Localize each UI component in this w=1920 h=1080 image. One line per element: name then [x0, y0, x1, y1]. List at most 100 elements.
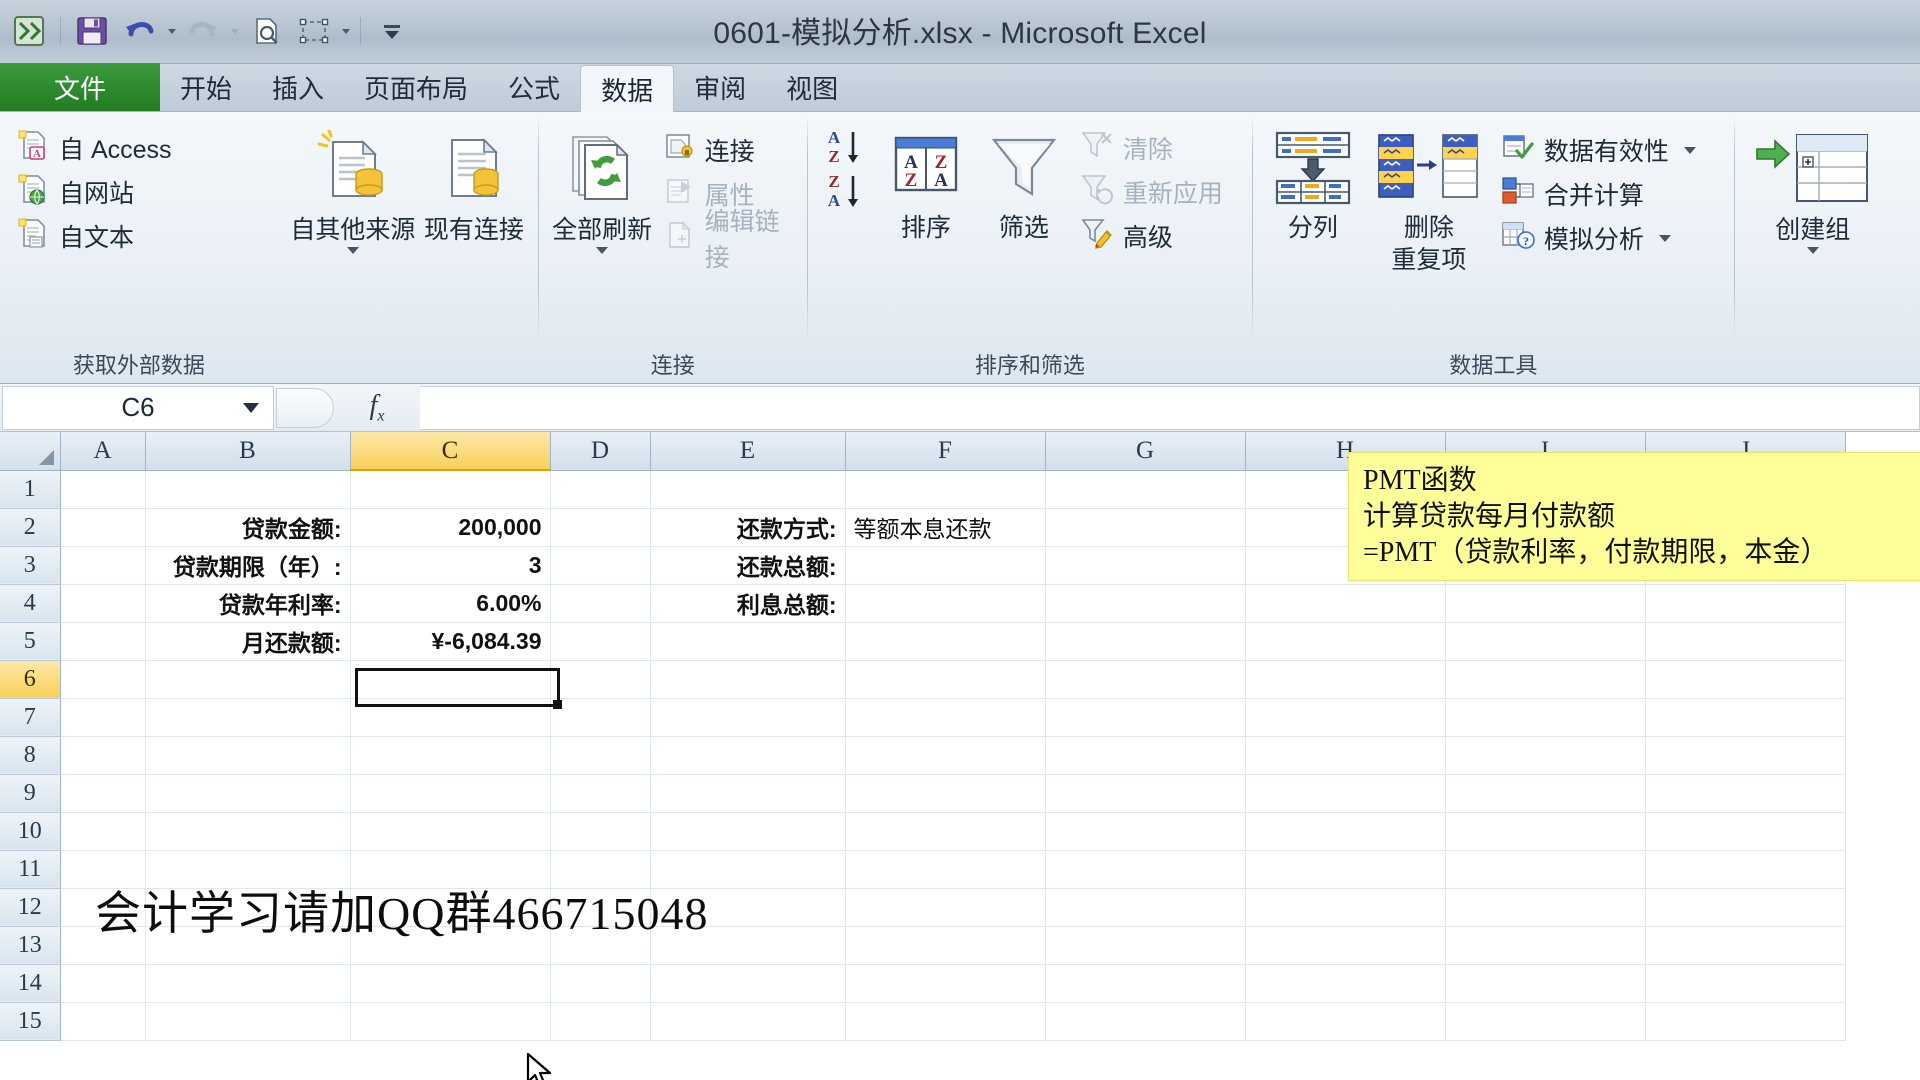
- cell-E8[interactable]: [650, 736, 846, 775]
- tab-formulas[interactable]: 公式: [488, 63, 580, 111]
- row-header-3[interactable]: 3: [0, 546, 61, 585]
- insert-function-button[interactable]: fx: [334, 386, 420, 430]
- from-access-button[interactable]: A 自 Access: [10, 126, 178, 170]
- cell-J6[interactable]: [1645, 660, 1846, 699]
- cell-B5[interactable]: 月还款额:: [145, 622, 351, 661]
- cell-A14[interactable]: [60, 964, 146, 1003]
- cell-C3[interactable]: 3: [350, 546, 551, 585]
- cell-H7[interactable]: [1245, 698, 1446, 737]
- cell-I10[interactable]: [1445, 812, 1646, 851]
- cell-B10[interactable]: [145, 812, 351, 851]
- cell-C10[interactable]: [350, 812, 551, 851]
- cell-I9[interactable]: [1445, 774, 1646, 813]
- sort-za-button[interactable]: Z A: [818, 172, 876, 216]
- group-button[interactable]: 创建组: [1745, 126, 1881, 254]
- cell-H4[interactable]: [1245, 584, 1446, 623]
- cell-F8[interactable]: [845, 736, 1046, 775]
- cell-I7[interactable]: [1445, 698, 1646, 737]
- chevron-down-icon[interactable]: [243, 402, 259, 413]
- row-header-15[interactable]: 15: [0, 1002, 61, 1041]
- cell-G10[interactable]: [1045, 812, 1246, 851]
- cell-G5[interactable]: [1045, 622, 1246, 661]
- cell-F12[interactable]: [845, 888, 1046, 927]
- column-header-D[interactable]: D: [550, 432, 651, 471]
- cell-F3[interactable]: [845, 546, 1046, 585]
- cell-A9[interactable]: [60, 774, 146, 813]
- cell-C7[interactable]: [350, 698, 551, 737]
- cell-J13[interactable]: [1645, 926, 1846, 965]
- cell-C5[interactable]: ¥-6,084.39: [350, 622, 551, 661]
- cell-A3[interactable]: [60, 546, 146, 585]
- tab-home[interactable]: 开始: [160, 63, 252, 111]
- cell-D6[interactable]: [550, 660, 651, 699]
- table-row[interactable]: 6: [0, 660, 1846, 699]
- cell-H8[interactable]: [1245, 736, 1446, 775]
- cell-E3[interactable]: 还款总额:: [650, 546, 846, 585]
- cell-H13[interactable]: [1245, 926, 1446, 965]
- formula-input[interactable]: [420, 385, 1920, 430]
- cell-G1[interactable]: [1045, 470, 1246, 509]
- cell-B15[interactable]: [145, 1002, 351, 1041]
- cell-F14[interactable]: [845, 964, 1046, 1003]
- cell-I4[interactable]: [1445, 584, 1646, 623]
- cell-E1[interactable]: [650, 470, 846, 509]
- cell-E9[interactable]: [650, 774, 846, 813]
- chevron-down-icon[interactable]: [346, 247, 359, 254]
- cell-E2[interactable]: 还款方式:: [650, 508, 846, 547]
- cell-C1[interactable]: [350, 470, 551, 509]
- existing-connections-button[interactable]: 现有连接: [420, 126, 528, 244]
- table-row[interactable]: 15: [0, 1002, 1846, 1041]
- cell-I5[interactable]: [1445, 622, 1646, 661]
- cell-D5[interactable]: [550, 622, 651, 661]
- table-row[interactable]: 10: [0, 812, 1846, 851]
- row-header-9[interactable]: 9: [0, 774, 61, 813]
- cell-A7[interactable]: [60, 698, 146, 737]
- cell-C2[interactable]: 200,000: [350, 508, 551, 547]
- formula-bar-expand-capsule[interactable]: [276, 387, 334, 428]
- cell-I15[interactable]: [1445, 1002, 1646, 1041]
- from-text-button[interactable]: 自文本: [10, 214, 140, 258]
- column-header-G[interactable]: G: [1045, 432, 1246, 471]
- table-row[interactable]: 5 月还款额: ¥-6,084.39: [0, 622, 1846, 661]
- cell-C6[interactable]: [350, 660, 551, 699]
- row-header-6[interactable]: 6: [0, 660, 61, 699]
- connections-button[interactable]: 连接: [658, 128, 797, 172]
- cell-H6[interactable]: [1245, 660, 1446, 699]
- cell-C9[interactable]: [350, 774, 551, 813]
- row-header-4[interactable]: 4: [0, 584, 61, 623]
- chevron-down-icon[interactable]: [596, 247, 609, 254]
- cell-A5[interactable]: [60, 622, 146, 661]
- table-row[interactable]: 14: [0, 964, 1846, 1003]
- cell-A2[interactable]: [60, 508, 146, 547]
- cell-I11[interactable]: [1445, 850, 1646, 889]
- cell-B14[interactable]: [145, 964, 351, 1003]
- advanced-filter-button[interactable]: 高级: [1074, 214, 1229, 258]
- cell-H15[interactable]: [1245, 1002, 1446, 1041]
- cell-B3[interactable]: 贷款期限（年）:: [145, 546, 351, 585]
- cell-J14[interactable]: [1645, 964, 1846, 1003]
- ribbon-tabs[interactable]: 文件 开始 插入 页面布局 公式 数据 审阅 视图: [0, 63, 1920, 112]
- what-if-analysis-button[interactable]: ? 模拟分析: [1495, 216, 1702, 260]
- cell-B6[interactable]: [145, 660, 351, 699]
- cell-A1[interactable]: [60, 470, 146, 509]
- chevron-down-icon[interactable]: [1806, 247, 1819, 254]
- cell-B8[interactable]: [145, 736, 351, 775]
- cell-A4[interactable]: [60, 584, 146, 623]
- table-row[interactable]: 8: [0, 736, 1846, 775]
- row-header-14[interactable]: 14: [0, 964, 61, 1003]
- consolidate-button[interactable]: 合并计算: [1495, 172, 1702, 216]
- cell-E5[interactable]: [650, 622, 846, 661]
- cell-G15[interactable]: [1045, 1002, 1246, 1041]
- cell-D1[interactable]: [550, 470, 651, 509]
- table-row[interactable]: 9: [0, 774, 1846, 813]
- cell-D14[interactable]: [550, 964, 651, 1003]
- table-row[interactable]: 7: [0, 698, 1846, 737]
- column-header-A[interactable]: A: [60, 432, 146, 471]
- cell-B1[interactable]: [145, 470, 351, 509]
- cell-H10[interactable]: [1245, 812, 1446, 851]
- cell-F9[interactable]: [845, 774, 1046, 813]
- cell-J9[interactable]: [1645, 774, 1846, 813]
- cell-F15[interactable]: [845, 1002, 1046, 1041]
- tab-view[interactable]: 视图: [766, 63, 858, 111]
- cell-B4[interactable]: 贷款年利率:: [145, 584, 351, 623]
